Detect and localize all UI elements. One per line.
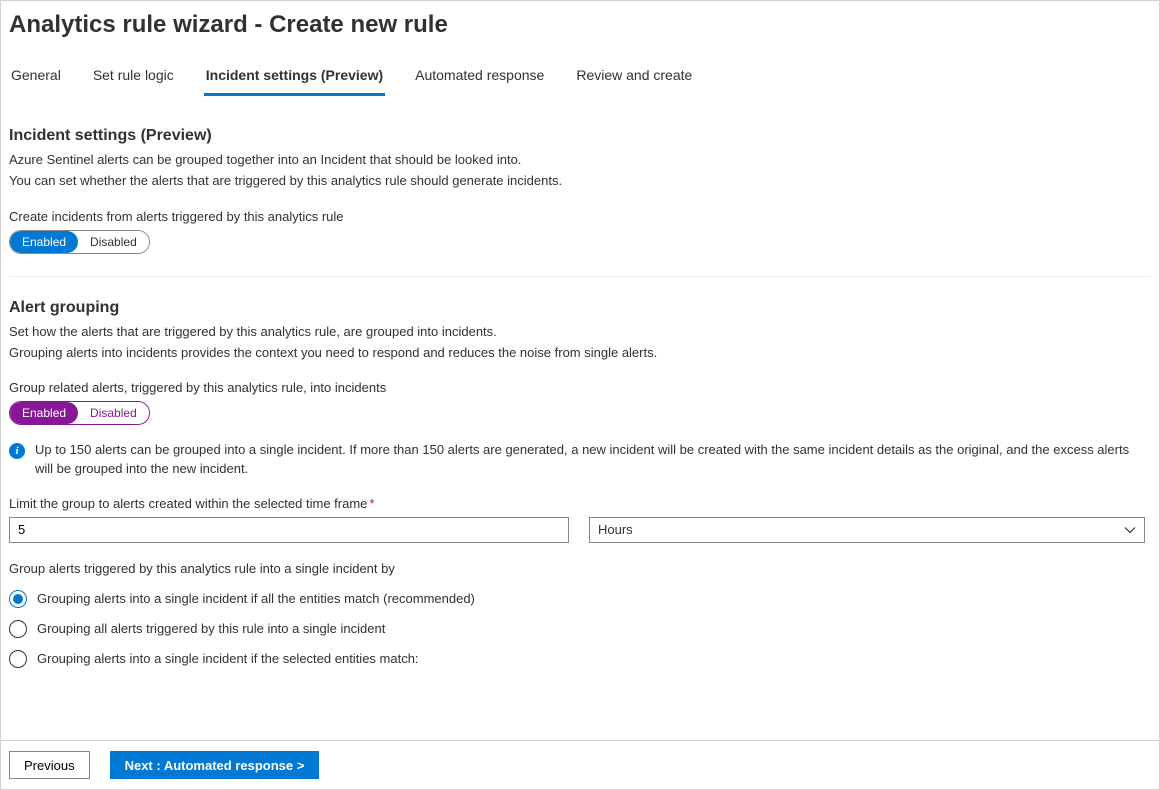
radio-label: Grouping all alerts triggered by this ru… [37, 621, 385, 636]
create-incidents-toggle[interactable]: Enabled Disabled [9, 230, 150, 254]
incident-settings-desc1: Azure Sentinel alerts can be grouped tog… [9, 151, 1151, 170]
divider [9, 276, 1151, 277]
create-incidents-disabled[interactable]: Disabled [78, 231, 149, 253]
previous-button[interactable]: Previous [9, 751, 90, 779]
tab-incident-settings[interactable]: Incident settings (Preview) [204, 67, 385, 96]
group-by-label: Group alerts triggered by this analytics… [9, 561, 1151, 576]
radio-all-alerts[interactable]: Grouping all alerts triggered by this ru… [9, 614, 1151, 644]
grouping-info-note: i Up to 150 alerts can be grouped into a… [9, 441, 1151, 477]
timeframe-value-input[interactable] [9, 517, 569, 543]
page-title: Analytics rule wizard - Create new rule [9, 11, 1151, 39]
header: Analytics rule wizard - Create new rule … [1, 1, 1159, 97]
group-related-label: Group related alerts, triggered by this … [9, 380, 1151, 395]
radio-icon [9, 650, 27, 668]
group-related-enabled[interactable]: Enabled [10, 402, 78, 424]
tab-automated-response[interactable]: Automated response [413, 67, 546, 96]
timeframe-unit-select[interactable]: Hours [589, 517, 1145, 543]
incident-settings-title: Incident settings (Preview) [9, 127, 1151, 145]
info-icon: i [9, 443, 25, 459]
alert-grouping-title: Alert grouping [9, 299, 1151, 317]
timeframe-row: Hours [9, 517, 1145, 543]
tab-set-rule-logic[interactable]: Set rule logic [91, 67, 176, 96]
create-incidents-label: Create incidents from alerts triggered b… [9, 209, 1151, 224]
timeframe-unit-value: Hours [598, 522, 633, 537]
radio-icon [9, 590, 27, 608]
radio-label: Grouping alerts into a single incident i… [37, 591, 475, 606]
alert-grouping-desc2: Grouping alerts into incidents provides … [9, 344, 1151, 363]
radio-label: Grouping alerts into a single incident i… [37, 651, 419, 666]
group-related-disabled[interactable]: Disabled [78, 402, 149, 424]
content-area: Incident settings (Preview) Azure Sentin… [1, 97, 1159, 755]
radio-icon [9, 620, 27, 638]
wizard-footer: Previous Next : Automated response > [1, 740, 1159, 789]
group-related-toggle[interactable]: Enabled Disabled [9, 401, 150, 425]
alert-grouping-desc1: Set how the alerts that are triggered by… [9, 323, 1151, 342]
next-button[interactable]: Next : Automated response > [110, 751, 320, 779]
incident-settings-desc2: You can set whether the alerts that are … [9, 172, 1151, 191]
tab-review-create[interactable]: Review and create [574, 67, 694, 96]
grouping-info-text: Up to 150 alerts can be grouped into a s… [35, 441, 1135, 477]
chevron-down-icon [1124, 524, 1136, 536]
tab-general[interactable]: General [9, 67, 63, 96]
radio-entities-match[interactable]: Grouping alerts into a single incident i… [9, 584, 1151, 614]
required-indicator: * [369, 496, 374, 511]
radio-selected-entities[interactable]: Grouping alerts into a single incident i… [9, 644, 1151, 674]
wizard-page: Analytics rule wizard - Create new rule … [0, 0, 1160, 790]
create-incidents-enabled[interactable]: Enabled [10, 231, 78, 253]
timeframe-label: Limit the group to alerts created within… [9, 496, 1151, 511]
group-by-radio-group: Grouping alerts into a single incident i… [9, 584, 1151, 674]
tab-bar: General Set rule logic Incident settings… [9, 67, 1151, 97]
